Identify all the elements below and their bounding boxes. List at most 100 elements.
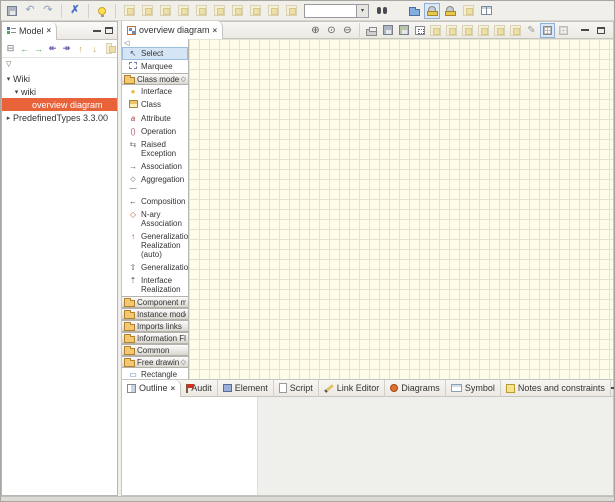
expander-icon[interactable]: ▾ [12, 88, 21, 96]
layout-tool-button-1[interactable] [428, 23, 443, 38]
layout-tool-button-5[interactable] [492, 23, 507, 38]
style-edit-button[interactable]: ✎ [524, 23, 539, 38]
tree-item-predefinedtypes[interactable]: ▸ PredefinedTypes 3.3.00 [2, 111, 117, 124]
clipped-toolbar-button[interactable] [102, 42, 115, 56]
hint-button[interactable] [94, 3, 110, 19]
palette-item-rectangle[interactable]: ▭ Rectangle [122, 368, 188, 379]
zoom-reset-button[interactable]: ⊙ [324, 23, 339, 38]
palette-group-instance-model[interactable]: Instance model [122, 308, 188, 320]
tab-notes-and-constraints[interactable]: Notes and constraints [501, 380, 611, 397]
tab-model[interactable]: Model × [2, 22, 57, 40]
palette-group-free-drawing[interactable]: Free drawing ◇ [122, 356, 188, 368]
tab-outline[interactable]: Outline × [122, 380, 181, 397]
related-back-button[interactable]: ↞ [46, 42, 59, 56]
element-tool-button-9[interactable] [265, 3, 281, 19]
element-tool-button-6[interactable] [211, 3, 227, 19]
tree-item-wiki[interactable]: ▾ wiki [2, 85, 117, 98]
palette-item-nary-association[interactable]: ◇ N-ary Association [122, 208, 188, 230]
save-diagram-button[interactable] [380, 23, 395, 38]
table-view-button[interactable] [478, 3, 494, 19]
palette-item-association[interactable]: → Association [122, 160, 188, 173]
palette-item-attribute[interactable]: a Attribute [122, 112, 188, 125]
tab-element[interactable]: Element [218, 380, 274, 397]
palette-group-imports-links[interactable]: Imports links [122, 320, 188, 332]
print-button[interactable] [364, 23, 379, 38]
configuration-button[interactable]: ✗ [67, 3, 83, 19]
show-grid-button[interactable] [540, 23, 555, 38]
expander-icon[interactable]: ▸ [4, 114, 13, 122]
palette-item-interface[interactable]: ● Interface [122, 85, 188, 98]
pin-icon[interactable]: ◇ [181, 358, 186, 366]
open-folder-button[interactable] [406, 3, 422, 19]
tab-audit[interactable]: Audit [181, 380, 218, 397]
tree-item-overview-diagram[interactable]: overview diagram [2, 98, 117, 111]
close-icon[interactable]: × [47, 26, 52, 35]
maximize-icon[interactable] [105, 27, 113, 34]
move-down-button[interactable]: ↓ [88, 42, 101, 56]
fit-to-page-button[interactable] [412, 23, 427, 38]
palette-item-class[interactable]: Class [122, 98, 188, 112]
palette-group-class-model[interactable]: Class model ◇ [122, 73, 188, 85]
palette-item-aggregation[interactable]: ◇— Aggregation [122, 173, 188, 195]
user-tool-button[interactable] [442, 3, 458, 19]
element-tool-button-7[interactable] [229, 3, 245, 19]
element-tool-button-1[interactable] [121, 3, 137, 19]
outline-thumbnail[interactable] [122, 397, 258, 495]
snap-grid-button[interactable] [556, 23, 571, 38]
tab-diagrams[interactable]: Diagrams [385, 380, 446, 397]
navigate-forward-button[interactable]: → [32, 42, 45, 56]
palette-item-composition[interactable]: ← Composition [122, 195, 188, 208]
undo-button[interactable]: ↶ [22, 3, 38, 19]
palette-item-select[interactable]: ↖ Select [122, 47, 188, 60]
save-button[interactable] [4, 3, 20, 19]
search-input[interactable] [304, 4, 356, 18]
view-menu-icon[interactable]: ▽ [6, 60, 11, 68]
element-tool-button-2[interactable] [139, 3, 155, 19]
palette-group-component-model[interactable]: Component mo... [122, 296, 188, 308]
palette-item-raised-exception[interactable]: ⇆ Raised Exception [122, 138, 188, 160]
maximize-icon[interactable] [597, 27, 605, 34]
diagram-canvas[interactable] [189, 39, 613, 379]
minimize-icon[interactable] [93, 30, 101, 32]
layout-tool-button-2[interactable] [444, 23, 459, 38]
zoom-in-button[interactable]: ⊕ [308, 23, 323, 38]
element-tool-button-4[interactable] [175, 3, 191, 19]
layout-tool-button-4[interactable] [476, 23, 491, 38]
palette-collapse-icon[interactable]: ◁ [124, 39, 129, 47]
element-tool-button-8[interactable] [247, 3, 263, 19]
layout-tool-button-6[interactable] [508, 23, 523, 38]
export-tool-button[interactable] [460, 3, 476, 19]
navigate-back-button[interactable]: ← [18, 42, 31, 56]
palette-group-common[interactable]: Common [122, 344, 188, 356]
palette-item-operation[interactable]: () Operation [122, 125, 188, 138]
element-tool-button-10[interactable] [283, 3, 299, 19]
tab-script[interactable]: Script [274, 380, 319, 397]
save-image-button[interactable] [396, 23, 411, 38]
related-forward-button[interactable]: ↠ [60, 42, 73, 56]
element-tool-button-3[interactable] [157, 3, 173, 19]
minimize-icon[interactable] [611, 387, 615, 389]
combo-dropdown-button[interactable]: ▾ [356, 4, 369, 18]
tab-overview-diagram[interactable]: overview diagram × [122, 21, 223, 39]
layout-tool-button-3[interactable] [460, 23, 475, 38]
redo-button[interactable]: ↷ [40, 3, 56, 19]
zoom-out-button[interactable]: ⊖ [340, 23, 355, 38]
palette-item-interface-realization[interactable]: ⇡ Interface Realization [122, 274, 188, 296]
tab-symbol[interactable]: Symbol [446, 380, 501, 397]
palette-item-generalization[interactable]: ⇧ Generalization [122, 261, 188, 274]
palette-group-information-flow[interactable]: Information Flo... [122, 332, 188, 344]
palette-item-generalization-realization-auto[interactable]: ↑ Generalizatio... Realization (auto) [122, 230, 188, 261]
tree-item-wiki-project[interactable]: ▾ Wiki [2, 72, 117, 85]
close-icon[interactable]: × [213, 26, 218, 35]
expander-icon[interactable]: ▾ [4, 75, 13, 83]
search-button[interactable] [374, 3, 390, 19]
move-up-button[interactable]: ↑ [74, 42, 87, 56]
palette-item-marquee[interactable]: Marquee [122, 60, 188, 73]
minimize-icon[interactable] [581, 29, 589, 31]
permissions-toggle-button[interactable] [424, 3, 440, 19]
element-tool-button-5[interactable] [193, 3, 209, 19]
close-icon[interactable]: × [171, 384, 176, 393]
pin-icon[interactable]: ◇ [181, 75, 186, 83]
tab-link-editor[interactable]: Link Editor [319, 380, 386, 397]
collapse-all-button[interactable]: ⊟ [4, 42, 17, 56]
